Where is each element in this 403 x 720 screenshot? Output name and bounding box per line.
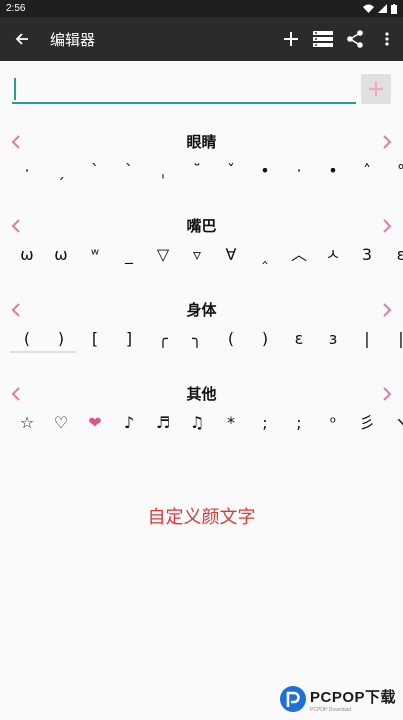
system-icons — [363, 3, 397, 14]
section-eyes: 眼睛 · ˏ ˋ ` ˌ ˘ ˇ • · • ˄ ° — [0, 131, 403, 201]
selection-underline — [10, 351, 76, 353]
symbol-item[interactable]: ╮ — [180, 325, 214, 353]
next-arrow-button[interactable] — [375, 131, 399, 153]
symbol-item[interactable]: ( — [214, 325, 248, 353]
kaomoji-input[interactable] — [12, 74, 356, 104]
section-title: 嘴巴 — [186, 217, 217, 235]
symbol-item[interactable]: ˘ — [180, 157, 214, 185]
app-bar: 编辑器 — [0, 17, 403, 61]
symbol-item[interactable]: ω — [10, 241, 44, 269]
symbol-item[interactable]: ♬ — [146, 409, 180, 437]
symbol-item[interactable]: ╭ — [146, 325, 180, 353]
symbol-item[interactable]: | — [384, 325, 403, 353]
symbol-item[interactable]: 3 — [350, 241, 384, 269]
symbol-item[interactable]: ɜ — [316, 325, 350, 353]
section-other: 其他 ☆ ♡ ❤ ♪ ♬ ♫ * ; ; ᵒ 彡 ヽ — [0, 383, 403, 453]
chevron-right-icon — [383, 387, 392, 401]
symbol-item[interactable]: ˄ — [350, 157, 384, 185]
back-button[interactable] — [0, 17, 44, 61]
symbol-item[interactable]: ᵒ — [316, 409, 350, 437]
add-button[interactable] — [275, 17, 307, 61]
symbol-item[interactable]: ˏ — [44, 157, 78, 185]
symbol-item[interactable]: ˇ — [214, 157, 248, 185]
symbol-item[interactable]: ε — [384, 241, 403, 269]
symbol-item[interactable]: · — [10, 157, 44, 185]
symbol-item[interactable]: ♫ — [180, 409, 214, 437]
symbol-item[interactable]: ɛ — [282, 325, 316, 353]
symbol-item[interactable]: ˌ — [146, 157, 180, 185]
symbol-item[interactable]: ˋ — [78, 157, 112, 185]
list-button[interactable] — [307, 17, 339, 61]
symbol-item[interactable]: [ — [78, 325, 112, 353]
symbol-item[interactable]: ) — [44, 325, 78, 353]
kaomoji-input-row — [12, 74, 392, 106]
list-icon — [313, 31, 333, 47]
symbol-item[interactable]: • — [316, 157, 350, 185]
symbol-item[interactable]: ( — [10, 325, 44, 353]
symbol-item[interactable]: ) — [248, 325, 282, 353]
next-arrow-button[interactable] — [375, 383, 399, 405]
symbol-item[interactable]: 彡 — [350, 409, 384, 437]
symbol-item[interactable]: ☆ — [10, 409, 44, 437]
symbol-row: ( ) [ ] ╭ ╮ ( ) ɛ ɜ | | — [10, 325, 403, 353]
status-bar: 2:56 — [0, 0, 403, 17]
symbol-item[interactable]: • — [248, 157, 282, 185]
symbol-item[interactable]: ♪ — [112, 409, 146, 437]
more-vert-icon — [385, 32, 389, 46]
watermark: PCPOP下载 PCPOP Download — [280, 681, 396, 717]
share-button[interactable] — [339, 17, 371, 61]
section-title: 身体 — [186, 301, 217, 319]
watermark-main: PCPOP下载 — [310, 688, 397, 706]
symbol-item[interactable]: ♡ — [44, 409, 78, 437]
add-icon — [284, 32, 298, 46]
signal-icon — [378, 4, 387, 13]
chevron-right-icon — [383, 135, 392, 149]
symbol-row: ω ω ʷ _ ▽ ▿ ∀ ‸ ︿ ㅅ 3 ε — [10, 241, 403, 269]
symbol-item[interactable]: ω — [44, 241, 78, 269]
text-caret — [14, 78, 16, 100]
symbol-item[interactable]: ▿ — [180, 241, 214, 269]
status-time: 2:56 — [6, 3, 26, 14]
symbol-item[interactable]: ▽ — [146, 241, 180, 269]
heart-symbol[interactable]: ❤ — [78, 409, 112, 437]
symbol-item[interactable]: ㅅ — [316, 241, 350, 269]
symbol-item[interactable]: ︿ — [282, 241, 316, 269]
symbol-row: · ˏ ˋ ` ˌ ˘ ˇ • · • ˄ ° — [10, 157, 403, 185]
next-arrow-button[interactable] — [375, 215, 399, 237]
symbol-item[interactable]: ; — [248, 409, 282, 437]
section-title: 眼睛 — [186, 133, 217, 151]
symbol-item[interactable]: ∀ — [214, 241, 248, 269]
section-mouth: 嘴巴 ω ω ʷ _ ▽ ▿ ∀ ‸ ︿ ㅅ 3 ε — [0, 215, 403, 285]
section-title: 其他 — [186, 385, 217, 403]
symbol-item[interactable]: · — [282, 157, 316, 185]
symbol-item[interactable]: ‸ — [248, 241, 282, 269]
section-body: 身体 ( ) [ ] ╭ ╮ ( ) ɛ ɜ | | — [0, 299, 403, 369]
share-icon — [347, 30, 363, 48]
wifi-icon — [363, 4, 374, 13]
symbol-item[interactable]: * — [214, 409, 248, 437]
watermark-text: PCPOP下载 PCPOP Download — [310, 686, 396, 713]
symbol-item[interactable]: _ — [112, 241, 146, 269]
custom-kaomoji-link[interactable]: 自定义颜文字 — [0, 503, 403, 529]
pcpop-logo-icon — [280, 686, 306, 712]
battery-icon — [391, 3, 397, 14]
symbol-item[interactable]: ` — [112, 157, 146, 185]
symbol-item[interactable]: ヽ — [384, 409, 403, 437]
add-kaomoji-button[interactable] — [361, 74, 391, 104]
plus-icon — [369, 82, 383, 96]
symbol-item[interactable]: | — [350, 325, 384, 353]
more-button[interactable] — [371, 17, 403, 61]
symbol-item[interactable]: ° — [384, 157, 403, 185]
next-arrow-button[interactable] — [375, 299, 399, 321]
chevron-right-icon — [383, 303, 392, 317]
symbol-item[interactable]: ] — [112, 325, 146, 353]
symbol-item[interactable]: ʷ — [78, 241, 112, 269]
symbol-row: ☆ ♡ ❤ ♪ ♬ ♫ * ; ; ᵒ 彡 ヽ — [10, 409, 403, 437]
symbol-item[interactable]: ; — [282, 409, 316, 437]
page-title: 编辑器 — [50, 30, 96, 49]
watermark-sub: PCPOP Download — [310, 706, 352, 713]
chevron-right-icon — [383, 219, 392, 233]
toolbar-actions — [275, 17, 403, 61]
arrow-back-icon — [15, 33, 28, 45]
